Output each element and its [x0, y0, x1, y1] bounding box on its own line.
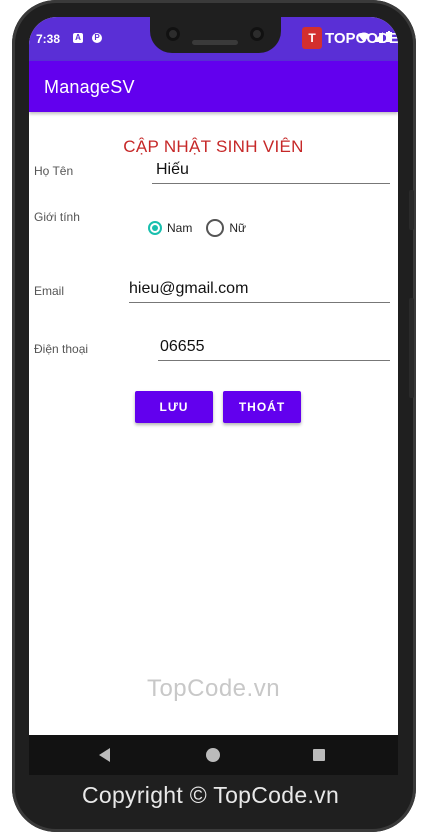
navigation-bar — [29, 735, 398, 775]
name-field[interactable]: Hiếu — [152, 158, 390, 184]
copyright-text: Copyright © TopCode.vn — [81, 782, 340, 808]
email-field[interactable]: hieu@gmail.com — [129, 277, 390, 303]
notification-a-icon: A — [73, 33, 83, 43]
earpiece-speaker — [192, 40, 238, 45]
camera-notch — [150, 17, 281, 53]
name-label: Họ Tên — [34, 164, 74, 178]
status-time: 7:38 — [36, 32, 61, 46]
logo-mark: T — [302, 27, 322, 49]
gender-radio-group: Nam Nữ — [148, 219, 246, 237]
volume-button — [409, 190, 414, 230]
gender-option-nam-label: Nam — [167, 221, 193, 235]
app-title: ManageSV — [44, 77, 135, 97]
notification-p-icon: P — [92, 33, 102, 43]
recent-apps-icon[interactable] — [313, 749, 325, 761]
email-label: Email — [34, 284, 65, 298]
front-camera-right — [250, 27, 264, 41]
gender-radio-nu[interactable] — [206, 219, 225, 237]
gender-radio-nam[interactable] — [148, 221, 162, 235]
watermark: TopCode.vn — [146, 675, 281, 702]
app-bar: ManageSV — [29, 61, 398, 112]
power-button — [409, 298, 414, 398]
phone-label: Điện thoại — [34, 342, 89, 356]
back-icon[interactable] — [99, 748, 110, 762]
form-title: CẬP NHẬT SINH VIÊN — [123, 137, 304, 156]
front-camera-left — [166, 27, 180, 41]
phone-field[interactable]: 06655 — [158, 335, 390, 361]
topcode-logo: T TOPCODE.VN — [302, 27, 398, 49]
exit-button[interactable]: THOÁT — [223, 391, 301, 423]
app-screen: 7:38 A P T TOPCODE.VN ManageSV CẬP NHẬT … — [29, 17, 398, 775]
gender-label: Giới tính — [34, 210, 80, 224]
save-button[interactable]: LƯU — [135, 391, 213, 423]
home-icon[interactable] — [206, 748, 220, 762]
logo-text: TOPCODE.VN — [325, 29, 398, 47]
gender-option-nu-label: Nữ — [229, 221, 247, 235]
